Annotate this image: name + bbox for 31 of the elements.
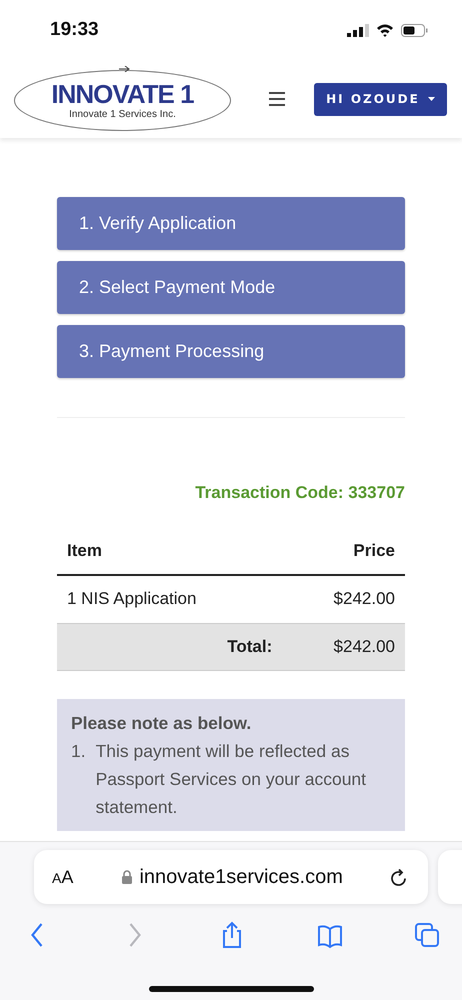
text-size-button[interactable]: AA xyxy=(52,866,74,888)
column-header: Item xyxy=(57,541,282,575)
transaction-code: Transaction Code: 333707 xyxy=(194,483,405,503)
url-text: innovate1services.com xyxy=(139,866,343,888)
reload-icon xyxy=(390,868,408,886)
tabs-icon xyxy=(414,921,440,949)
tabs-button[interactable] xyxy=(414,921,440,949)
logo-subtitle: Innovate 1 Services Inc. xyxy=(69,109,176,120)
user-menu-button[interactable]: HI OZOUDE xyxy=(314,82,447,116)
status-time: 19:33 xyxy=(50,19,99,41)
logo-title: INNOVATE 1 xyxy=(51,80,194,108)
note-text: This payment will be reflected as Passport Services on your account statement. xyxy=(96,740,368,819)
signal-icon xyxy=(347,24,369,36)
address-bar[interactable]: AA innovate1services.com xyxy=(34,850,428,904)
note-title: Please note as below. xyxy=(71,712,252,735)
column-header: Price xyxy=(282,541,405,575)
battery-icon xyxy=(401,24,428,36)
lock-icon xyxy=(121,870,134,884)
menu-button[interactable] xyxy=(269,91,285,107)
back-icon xyxy=(31,923,43,947)
arrow-icon xyxy=(119,66,130,72)
step-button[interactable]: 3. Payment Processing xyxy=(57,325,405,378)
step-button[interactable]: 2. Select Payment Mode xyxy=(57,261,405,314)
total-label: Total: xyxy=(57,624,282,670)
list-number: 1. xyxy=(71,740,86,763)
menu-icon xyxy=(269,91,285,107)
forward-icon xyxy=(128,923,140,947)
wifi-icon xyxy=(376,23,394,37)
total-value: $242.00 xyxy=(282,624,405,670)
step-button[interactable]: 1. Verify Application xyxy=(57,197,405,250)
caret-icon xyxy=(428,97,435,101)
